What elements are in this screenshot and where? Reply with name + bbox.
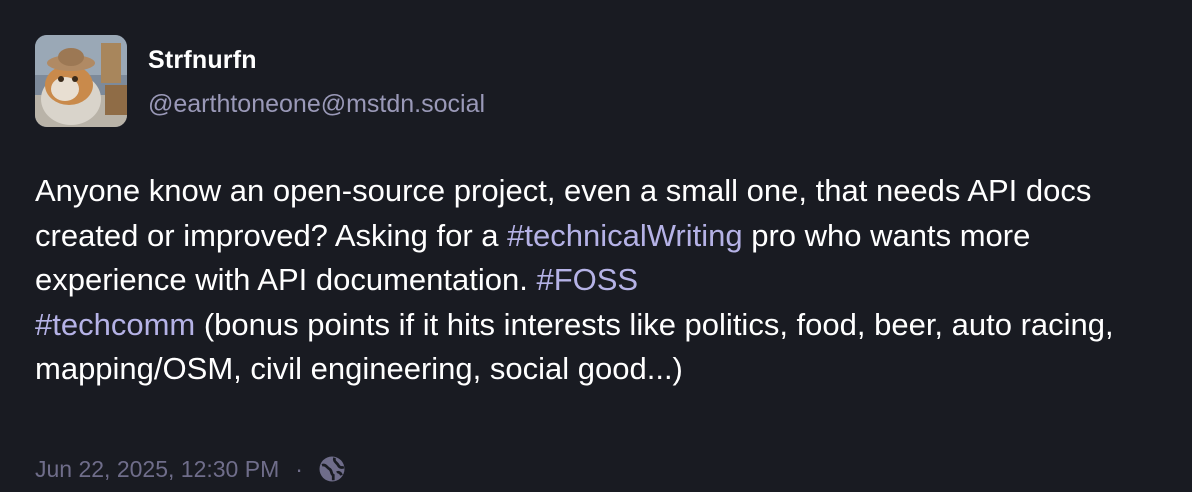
post-timestamp[interactable]: Jun 22, 2025, 12:30 PM — [35, 456, 279, 483]
post-meta: Jun 22, 2025, 12:30 PM · — [35, 451, 347, 487]
hashtag-technicalwriting[interactable]: #technicalWriting — [507, 218, 742, 253]
meta-separator: · — [295, 455, 303, 482]
author-info: Strfnurfn @earthtoneone@mstdn.social — [148, 35, 485, 121]
hashtag-techcomm[interactable]: #techcomm — [35, 307, 195, 342]
post-card: Strfnurfn @earthtoneone@mstdn.social Any… — [0, 0, 1192, 492]
post-content: Anyone know an open-source project, even… — [35, 169, 1175, 392]
display-name[interactable]: Strfnurfn — [148, 43, 485, 77]
globe-icon — [319, 456, 345, 482]
hashtag-foss[interactable]: #FOSS — [536, 262, 638, 297]
avatar[interactable] — [35, 35, 127, 127]
account-handle[interactable]: @earthtoneone@mstdn.social — [148, 87, 485, 121]
post-text: (bonus points if it hits interests like … — [35, 306, 1114, 387]
post-header: Strfnurfn @earthtoneone@mstdn.social — [35, 35, 485, 127]
